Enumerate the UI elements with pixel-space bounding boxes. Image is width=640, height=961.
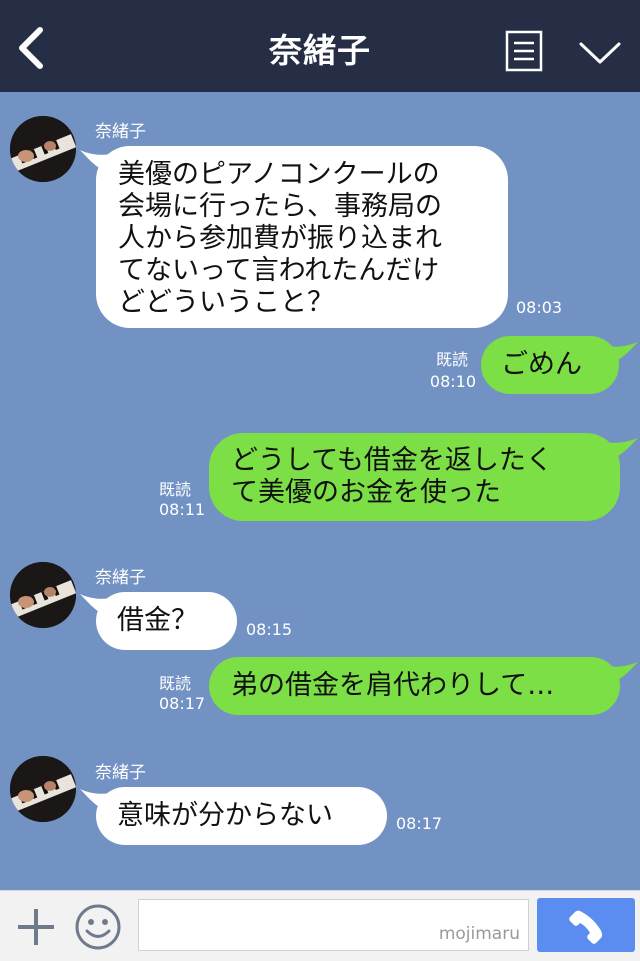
- sender-name: 奈緒子: [95, 568, 146, 588]
- message-composer: mojimaru: [0, 890, 640, 961]
- message-time: 08:11: [159, 500, 206, 519]
- chevron-down-icon[interactable]: [578, 36, 622, 68]
- avatar[interactable]: [10, 756, 76, 822]
- message-bubble[interactable]: ごめん: [481, 336, 619, 394]
- plus-icon[interactable]: [14, 905, 58, 949]
- message-bubble[interactable]: 美優のピアノコンクールの 会場に行ったら、事務局の 人から参加費が振り込まれ て…: [96, 146, 508, 328]
- list-icon[interactable]: [505, 30, 543, 72]
- chat-title: 奈緒子: [269, 31, 371, 70]
- watermark-text: mojimaru: [438, 924, 520, 944]
- avatar[interactable]: [10, 116, 76, 182]
- message-input-box: mojimaru: [138, 899, 529, 951]
- avatar-piano-image: [10, 756, 76, 822]
- message-bubble[interactable]: どうしても借金を返したく て美優のお金を使った: [209, 433, 620, 521]
- message-bubble[interactable]: 借金？: [96, 592, 237, 650]
- bubble-tail: [606, 662, 638, 683]
- call-button[interactable]: [537, 898, 635, 952]
- sender-name: 奈緒子: [95, 122, 146, 142]
- sender-name: 奈緒子: [95, 763, 146, 783]
- message-list[interactable]: 奈緒子 美優のピアノコンクールの 会場に行ったら、事務局の 人から参加費が振り込…: [0, 92, 640, 890]
- smiley-icon[interactable]: [73, 902, 123, 952]
- message-time: 08:03: [516, 298, 563, 317]
- avatar-piano-image: [10, 562, 76, 628]
- avatar[interactable]: [10, 562, 76, 628]
- message-bubble[interactable]: 意味が分からない: [96, 787, 387, 845]
- bubble-tail: [606, 438, 638, 459]
- read-receipt: 既読: [159, 674, 192, 693]
- read-receipt: 既読: [159, 480, 192, 499]
- phone-icon: [569, 910, 603, 944]
- chat-header: 奈緒子: [0, 0, 640, 92]
- message-time: 08:17: [159, 694, 206, 713]
- avatar-piano-image: [10, 116, 76, 182]
- read-receipt: 既読: [435, 350, 468, 369]
- bubble-tail: [606, 342, 638, 363]
- message-time: 08:17: [396, 814, 443, 833]
- message-time: 08:10: [429, 372, 476, 391]
- message-bubble[interactable]: 弟の借金を肩代わりして…: [209, 657, 620, 715]
- message-time: 08:15: [246, 620, 293, 639]
